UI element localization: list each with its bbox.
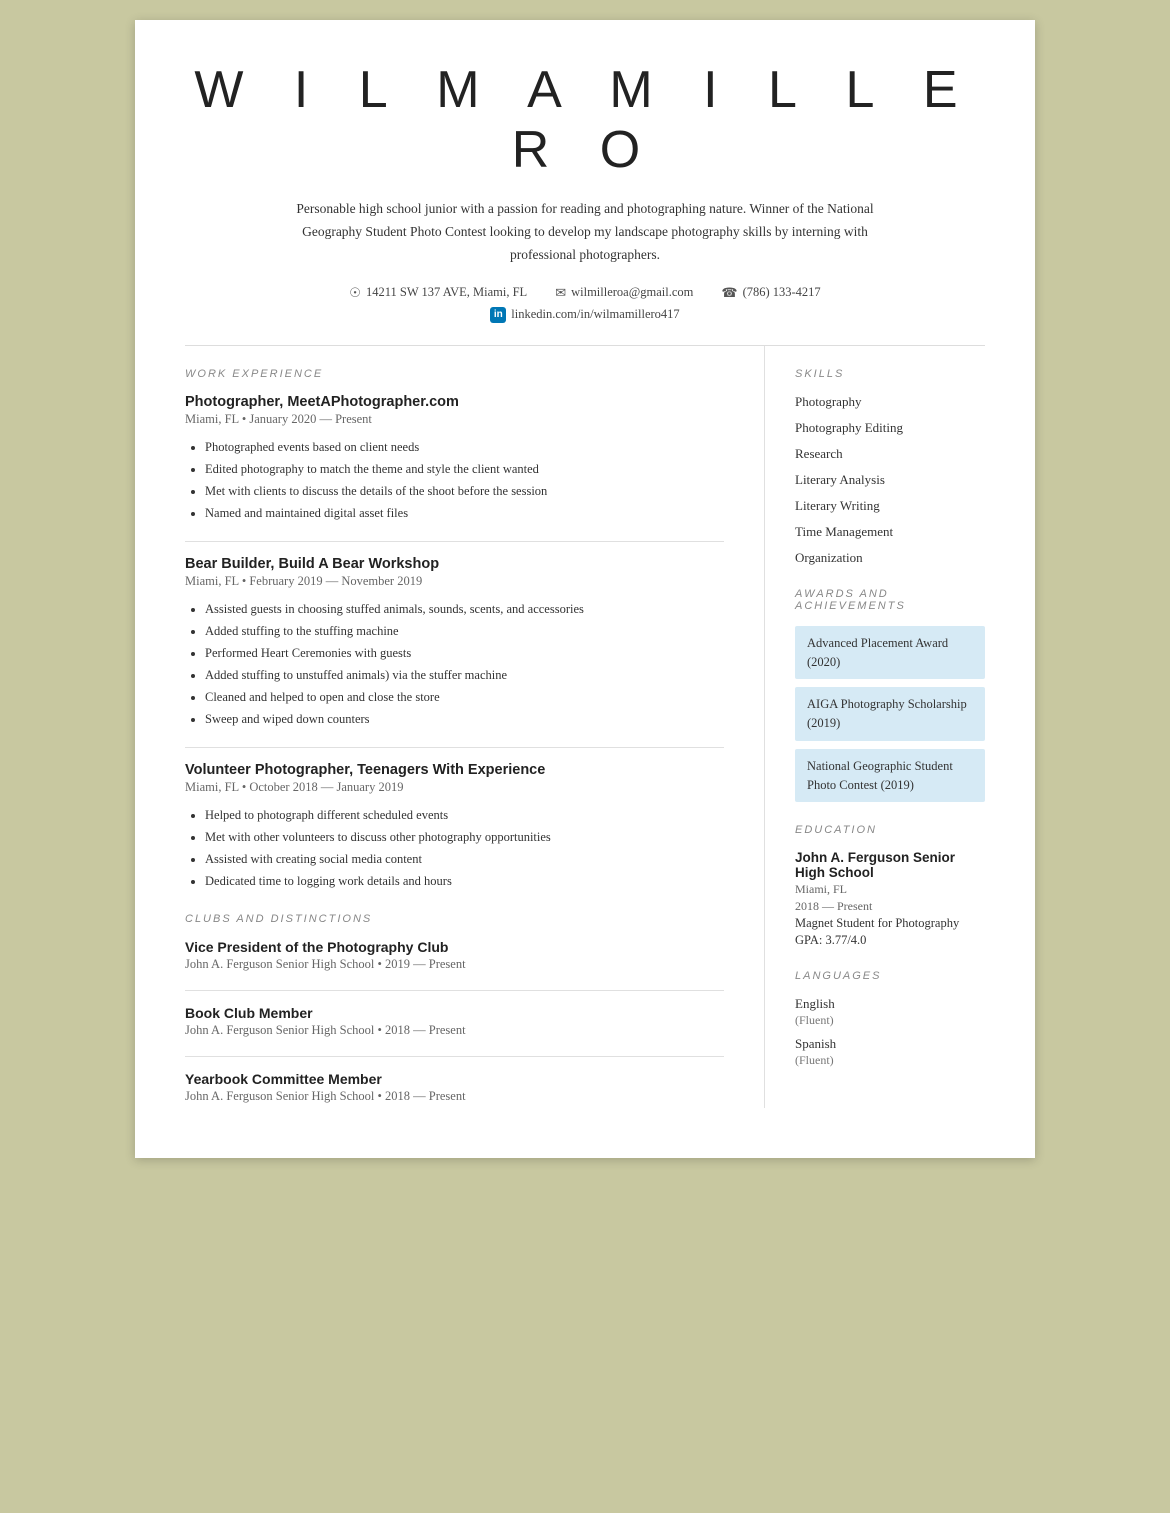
list-item: Met with clients to discuss the details … [205,481,724,501]
club-3-meta: John A. Ferguson Senior High School • 20… [185,1089,724,1104]
job-2-bullets: Assisted guests in choosing stuffed anim… [185,599,724,729]
divider-2 [185,747,724,748]
job-2-meta: Miami, FL • February 2019 — November 201… [185,574,724,589]
contact-row: ☉ 14211 SW 137 AVE, Miami, FL ✉ wilmille… [185,285,985,301]
club-3: Yearbook Committee Member John A. Fergus… [185,1071,724,1104]
club-2-title: Book Club Member [185,1005,724,1021]
edu-school: John A. Ferguson Senior High School [795,850,985,880]
linkedin-icon: in [490,307,506,323]
list-item: Dedicated time to logging work details a… [205,871,724,891]
award-box: Advanced Placement Award (2020) [795,626,985,680]
list-item: Sweep and wiped down counters [205,709,724,729]
email-icon: ✉ [555,285,566,301]
summary-text: Personable high school junior with a pas… [275,198,895,267]
list-item: Performed Heart Ceremonies with guests [205,643,724,663]
skills-section-title: SKILLS [795,368,985,380]
skill-item: Literary Analysis [795,472,985,488]
divider-3 [185,990,724,991]
list-item: Met with other volunteers to discuss oth… [205,827,724,847]
job-3: Volunteer Photographer, Teenagers With E… [185,762,724,891]
skill-item: Photography [795,394,985,410]
left-column: WORK EXPERIENCE Photographer, MeetAPhoto… [185,346,765,1108]
language-name: English [795,996,985,1012]
job-2: Bear Builder, Build A Bear Workshop Miam… [185,556,724,729]
skill-item: Photography Editing [795,420,985,436]
edu-location: Miami, FL [795,882,985,897]
list-item: Assisted with creating social media cont… [205,849,724,869]
education-section-title: EDUCATION [795,824,985,836]
divider-4 [185,1056,724,1057]
candidate-name: W I L M A M I L L E R O [185,60,985,180]
club-2-meta: John A. Ferguson Senior High School • 20… [185,1023,724,1038]
awards-list: Advanced Placement Award (2020) AIGA Phot… [795,626,985,803]
club-2: Book Club Member John A. Ferguson Senior… [185,1005,724,1038]
phone-icon: ☎ [721,285,737,301]
divider-1 [185,541,724,542]
languages-section-title: LANGUAGES [795,970,985,982]
work-experience-section-title: WORK EXPERIENCE [185,368,724,380]
location-icon: ☉ [349,285,361,301]
list-item: Added stuffing to unstuffed animals) via… [205,665,724,685]
linkedin-row: in linkedin.com/in/wilmamillero417 [185,307,985,323]
job-3-meta: Miami, FL • October 2018 — January 2019 [185,780,724,795]
skill-item: Time Management [795,524,985,540]
skills-list: Photography Photography Editing Research Li… [795,394,985,566]
club-1-title: Vice President of the Photography Club [185,939,724,955]
skill-item: Organization [795,550,985,566]
job-1: Photographer, MeetAPhotographer.com Miam… [185,394,724,523]
job-1-meta: Miami, FL • January 2020 — Present [185,412,724,427]
list-item: Assisted guests in choosing stuffed anim… [205,599,724,619]
list-item: Added stuffing to the stuffing machine [205,621,724,641]
job-1-bullets: Photographed events based on client need… [185,437,724,523]
education-block: John A. Ferguson Senior High School Miam… [795,850,985,948]
club-3-title: Yearbook Committee Member [185,1071,724,1087]
job-3-bullets: Helped to photograph different scheduled… [185,805,724,891]
award-box: AIGA Photography Scholarship (2019) [795,687,985,741]
job-2-title: Bear Builder, Build A Bear Workshop [185,556,724,572]
edu-detail: Magnet Student for Photography [795,916,985,931]
phone-item: ☎ (786) 133-4217 [721,285,820,301]
two-col-layout: WORK EXPERIENCE Photographer, MeetAPhoto… [185,346,985,1108]
address-item: ☉ 14211 SW 137 AVE, Miami, FL [349,285,527,301]
language-name: Spanish [795,1036,985,1052]
clubs-section-title: CLUBS AND DISTINCTIONS [185,913,724,925]
list-item: Edited photography to match the theme an… [205,459,724,479]
list-item: Helped to photograph different scheduled… [205,805,724,825]
address-text: 14211 SW 137 AVE, Miami, FL [366,285,527,300]
email-item: ✉ wilmilleroa@gmail.com [555,285,693,301]
job-1-title: Photographer, MeetAPhotographer.com [185,394,724,410]
phone-text: (786) 133-4217 [743,285,821,300]
list-item: Named and maintained digital asset files [205,503,724,523]
edu-dates: 2018 — Present [795,899,985,914]
language-level: (Fluent) [795,1013,985,1028]
award-box: National Geographic Student Photo Contes… [795,749,985,803]
awards-section-title: AWARDS AND ACHIEVEMENTS [795,588,985,612]
club-1-meta: John A. Ferguson Senior High School • 20… [185,957,724,972]
job-3-title: Volunteer Photographer, Teenagers With E… [185,762,724,778]
edu-gpa: GPA: 3.77/4.0 [795,933,985,948]
club-1: Vice President of the Photography Club J… [185,939,724,972]
list-item: Cleaned and helped to open and close the… [205,687,724,707]
skill-item: Research [795,446,985,462]
resume-container: W I L M A M I L L E R O Personable high … [135,20,1035,1158]
right-column: SKILLS Photography Photography Editing Res… [765,346,985,1108]
language-level: (Fluent) [795,1053,985,1068]
email-text: wilmilleroa@gmail.com [571,285,693,300]
languages-list: English(Fluent)Spanish(Fluent) [795,996,985,1068]
list-item: Photographed events based on client need… [205,437,724,457]
linkedin-text: linkedin.com/in/wilmamillero417 [511,307,679,322]
skill-item: Literary Writing [795,498,985,514]
header-section: W I L M A M I L L E R O Personable high … [185,60,985,323]
